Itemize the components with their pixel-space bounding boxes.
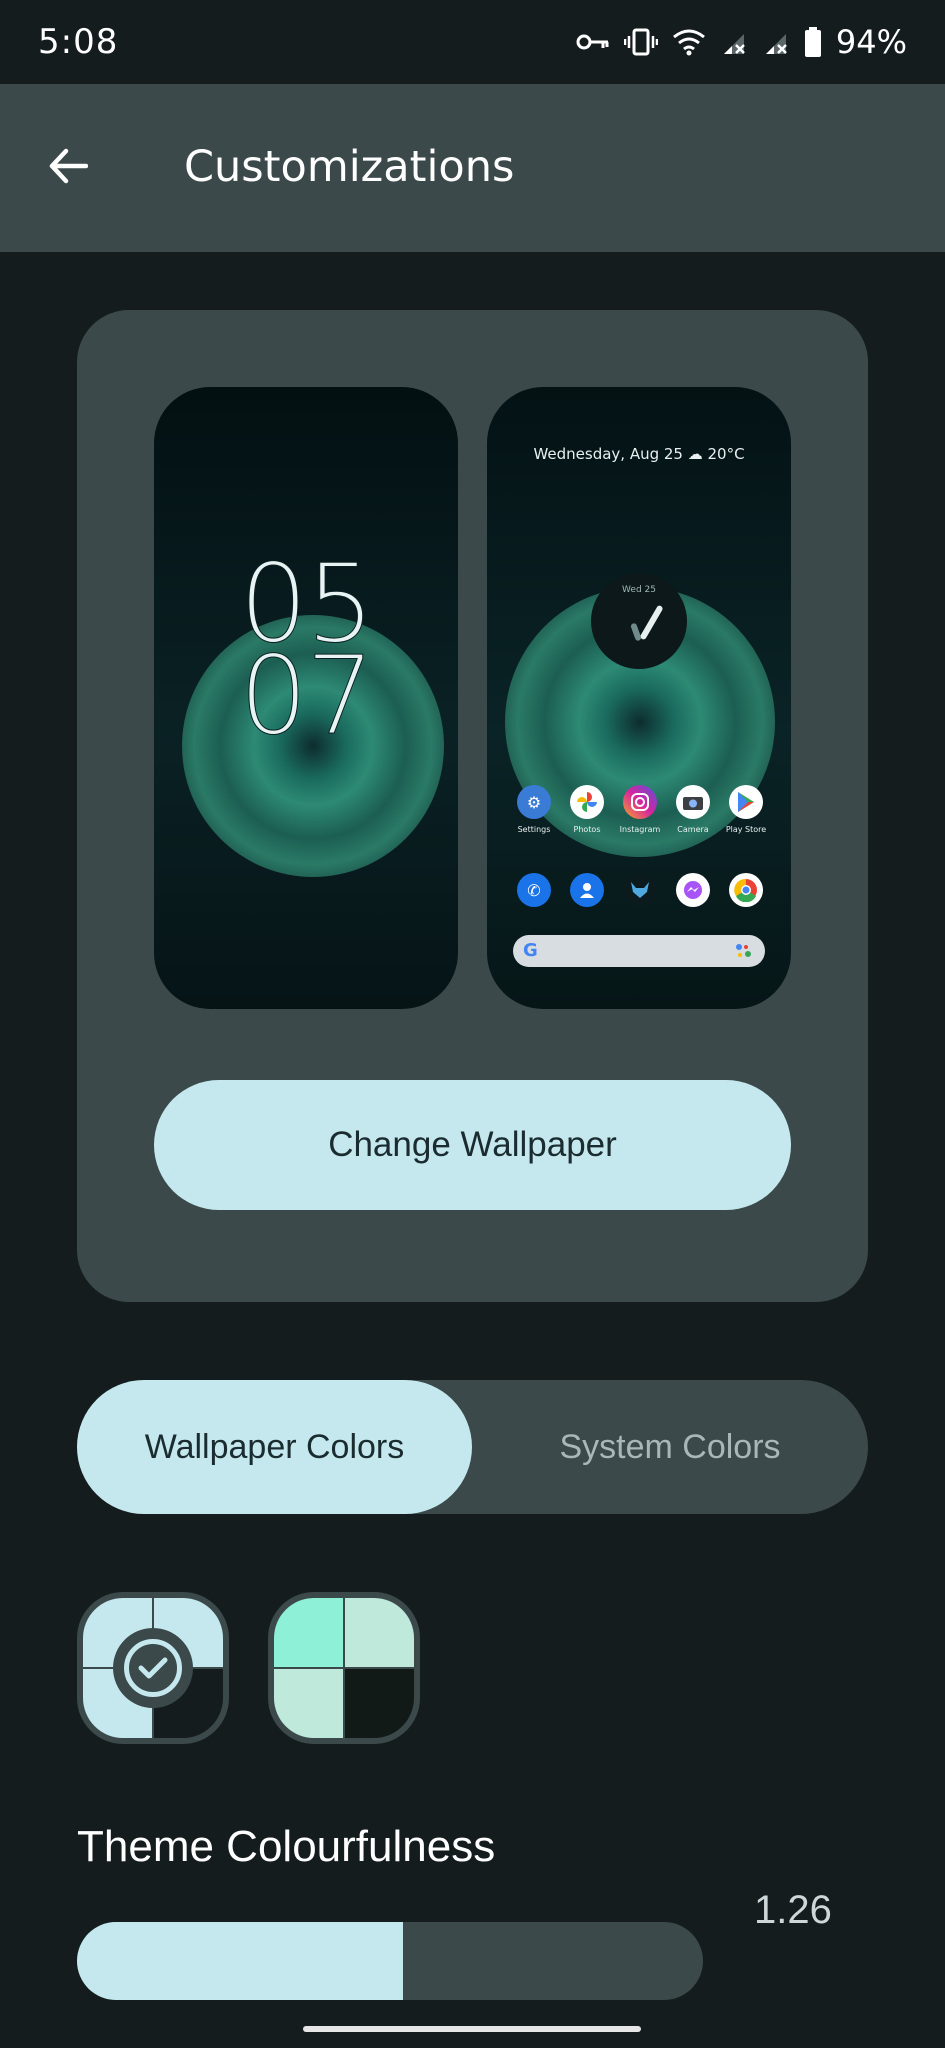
app-messenger <box>668 873 718 907</box>
theme-colourfulness-slider[interactable] <box>77 1922 703 2000</box>
photos-icon <box>570 785 604 819</box>
wifi-icon <box>672 28 706 56</box>
vpn-key-icon <box>576 31 610 53</box>
chrome-icon <box>729 873 763 907</box>
home-date-weather: Wednesday, Aug 25 ☁ 20°C <box>533 445 745 463</box>
app-label: Camera <box>677 825 709 834</box>
swatch-quadrants <box>274 1598 414 1738</box>
app-settings: ⚙ Settings <box>509 785 559 834</box>
swatch-quadrant <box>274 1598 343 1667</box>
assistant-icon <box>735 943 753 963</box>
swatch-quadrant <box>345 1669 414 1738</box>
battery-percentage: 94% <box>835 23 907 61</box>
google-logo: G <box>523 940 538 961</box>
color-swatch[interactable] <box>268 1592 420 1744</box>
messenger-icon <box>676 873 710 907</box>
clock-widget-day: Wed 25 <box>622 585 656 595</box>
wallpaper-preview-card: 05 07 Wednesday, Aug 25 ☁ 20°C Wed 25 ⚙ … <box>77 310 868 1302</box>
app-label: Photos <box>573 825 601 834</box>
camera-icon <box>676 785 710 819</box>
lock-screen-clock: 05 07 <box>154 550 458 759</box>
app-label: Settings <box>517 825 551 834</box>
app-chrome <box>721 873 771 907</box>
signal-no-data-icon <box>720 28 748 56</box>
status-time: 5:08 <box>38 22 119 62</box>
play-store-icon <box>729 785 763 819</box>
vibrate-icon <box>623 28 658 56</box>
swatch-quadrant <box>274 1669 343 1738</box>
slider-fill <box>77 1922 403 2000</box>
app-label: Instagram <box>619 825 661 834</box>
gesture-nav-bar[interactable] <box>303 2026 641 2032</box>
clock-hand-icon <box>630 622 642 642</box>
app-contacts <box>562 873 612 907</box>
check-icon <box>124 1639 182 1697</box>
app-fox <box>615 873 665 907</box>
status-icons: 94% <box>576 18 907 66</box>
color-swatch-selected[interactable] <box>77 1592 229 1744</box>
lock-clock-minutes: 07 <box>239 634 375 759</box>
app-instagram: Instagram <box>615 785 665 834</box>
clock-widget: Wed 25 <box>591 573 687 669</box>
theme-colourfulness-value: 1.26 <box>754 1888 832 1932</box>
home-app-row-1: ⚙ Settings Photos Instagram Camera Play … <box>509 785 771 834</box>
theme-colourfulness-title: Theme Colourfulness <box>77 1822 496 1871</box>
app-phone: ✆ <box>509 873 559 907</box>
swatch-quadrant <box>345 1598 414 1667</box>
home-screen-preview[interactable]: Wednesday, Aug 25 ☁ 20°C Wed 25 ⚙ Settin… <box>487 387 791 1009</box>
fox-app-icon <box>623 873 657 907</box>
status-bar: 5:08 94% <box>0 0 945 84</box>
change-wallpaper-button[interactable]: Change Wallpaper <box>154 1080 791 1210</box>
color-source-toggle: Wallpaper Colors System Colors <box>77 1380 868 1514</box>
app-label: Play Store <box>725 825 767 834</box>
arrow-back-icon <box>48 148 89 188</box>
clock-hand-icon <box>639 604 664 641</box>
home-app-row-2: ✆ <box>509 873 771 907</box>
settings-icon: ⚙ <box>517 785 551 819</box>
app-photos: Photos <box>562 785 612 834</box>
battery-icon <box>804 27 822 57</box>
page-title: Customizations <box>184 142 515 192</box>
app-camera: Camera <box>668 785 718 834</box>
phone-icon: ✆ <box>517 873 551 907</box>
app-bar: Customizations <box>0 84 945 252</box>
system-colors-tab[interactable]: System Colors <box>472 1380 868 1514</box>
signal-no-data-icon <box>762 28 790 56</box>
back-button[interactable] <box>36 136 100 200</box>
lock-screen-preview[interactable]: 05 07 <box>154 387 458 1009</box>
selected-check-badge <box>113 1628 193 1708</box>
instagram-icon <box>623 785 657 819</box>
wallpaper-colors-tab[interactable]: Wallpaper Colors <box>77 1380 472 1514</box>
search-bar-preview: G <box>513 935 765 967</box>
app-play-store: Play Store <box>721 785 771 834</box>
contacts-icon <box>570 873 604 907</box>
